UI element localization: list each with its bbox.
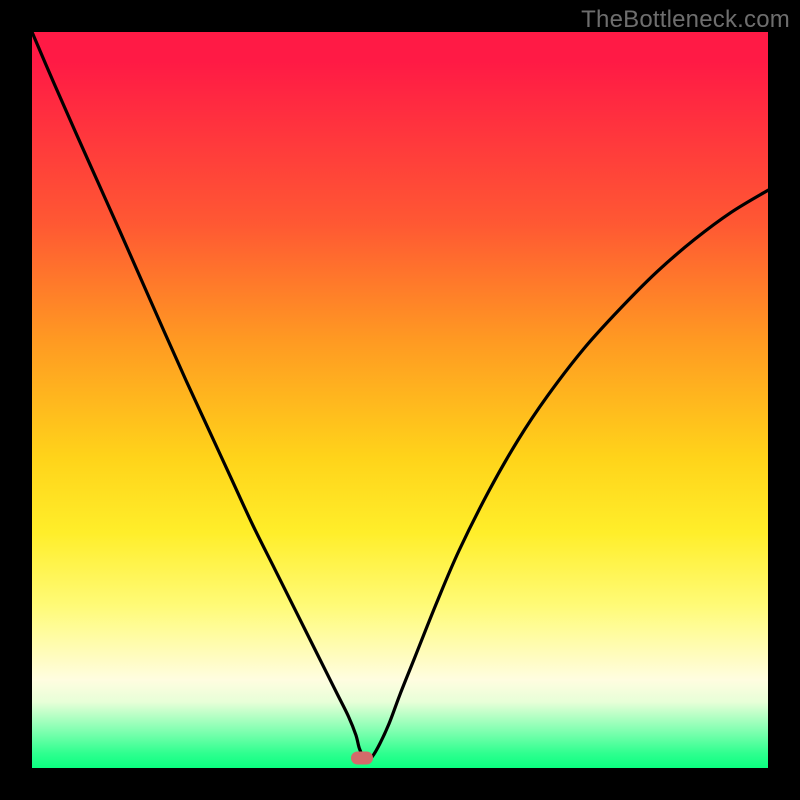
- plot-area: [32, 32, 768, 768]
- curve-path: [32, 32, 768, 760]
- bottleneck-curve: [32, 32, 768, 768]
- watermark-text: TheBottleneck.com: [581, 6, 790, 34]
- minimum-marker: [351, 752, 373, 765]
- chart-frame: TheBottleneck.com: [0, 0, 800, 800]
